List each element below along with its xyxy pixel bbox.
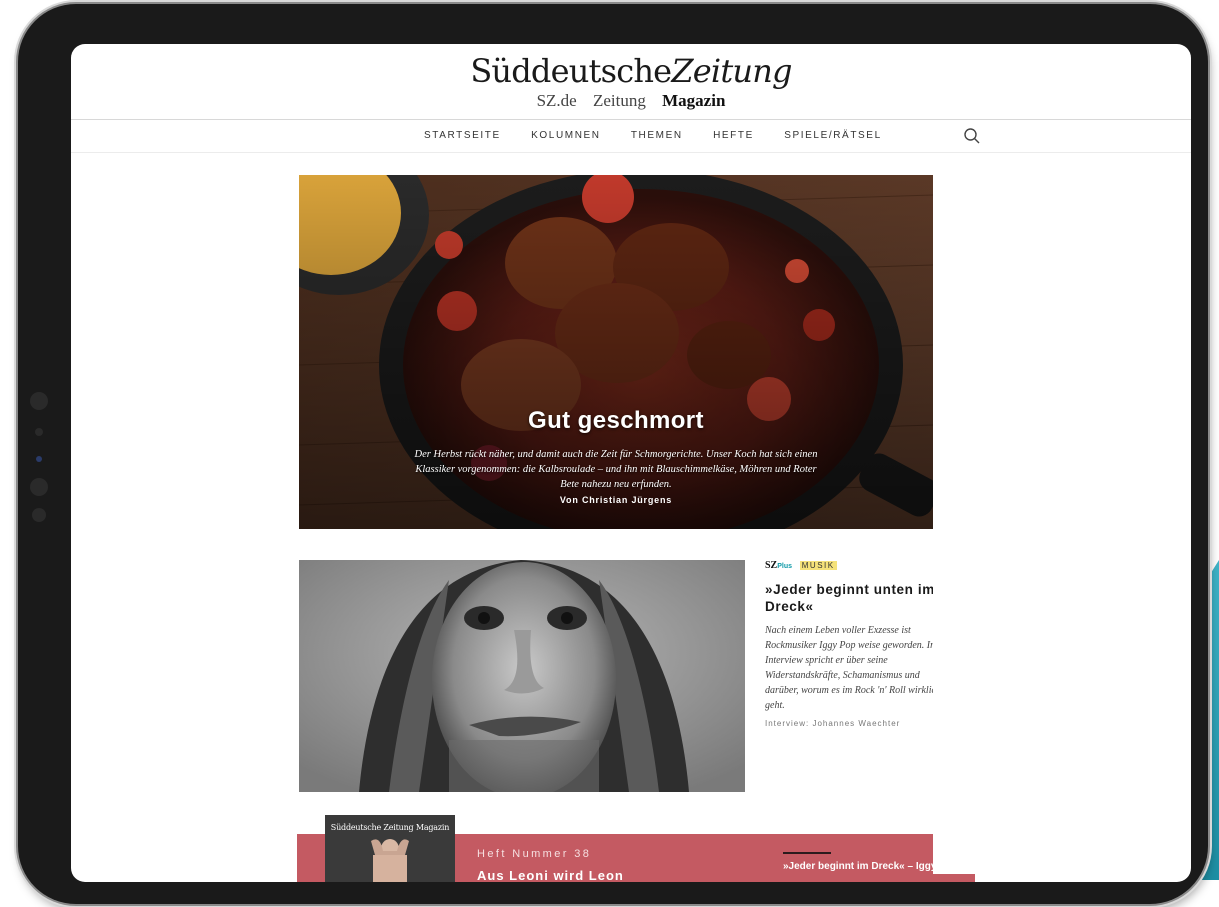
issue-number: Heft Nummer 38 — [477, 848, 592, 860]
tablet-frame: SüddeutscheZeitung SZ.de Zeitung Magazin… — [18, 4, 1208, 904]
issue-title[interactable]: Aus Leoni wird Leon — [477, 868, 624, 882]
main-navigation: STARTSEITE KOLUMNEN THEMEN HEFTE SPIELE/… — [71, 120, 1191, 152]
side-sensor — [32, 508, 46, 522]
article-title[interactable]: »Jeder beginnt unten im Dreck« — [765, 581, 933, 615]
article-image-portrait[interactable] — [299, 560, 745, 792]
masthead: SüddeutscheZeitung SZ.de Zeitung Magazin — [71, 44, 1191, 120]
side-sensor — [30, 392, 48, 410]
hero-article[interactable]: Gut geschmort Der Herbst rückt näher, un… — [299, 175, 933, 529]
nav-item-themen[interactable]: THEMEN — [631, 130, 683, 141]
side-sensor-dot — [35, 428, 43, 436]
article-teaser: Nach einem Leben voller Exzesse ist Rock… — [765, 625, 933, 711]
magazine-cover[interactable]: Süddeutsche Zeitung Magazin — [325, 815, 455, 882]
article-author: Interview: Johannes Waechter — [765, 719, 901, 728]
logo-word-sueddeutsche: Süddeutsche — [470, 52, 672, 90]
subnav-sz-de[interactable]: SZ.de — [537, 91, 577, 110]
nav-divider — [71, 152, 1191, 153]
article-kicker: SZPlus MUSIK — [765, 560, 933, 571]
subnav-magazin[interactable]: Magazin — [662, 91, 725, 110]
logo-word-zeitung: Zeitung — [671, 52, 792, 90]
hero-title[interactable]: Gut geschmort — [299, 407, 933, 435]
nav-item-spiele-raetsel[interactable]: SPIELE/RÄTSEL — [784, 130, 882, 141]
screen: SüddeutscheZeitung SZ.de Zeitung Magazin… — [71, 44, 1191, 882]
nav-item-startseite[interactable]: STARTSEITE — [424, 130, 501, 141]
sz-plus-badge: SZ — [765, 560, 778, 571]
site-logo[interactable]: SüddeutscheZeitung — [71, 52, 1191, 90]
side-sensor — [30, 478, 48, 496]
article-category[interactable]: MUSIK — [799, 561, 837, 570]
article-card-iggy-pop[interactable]: SZPlus MUSIK »Jeder beginnt unten im Dre… — [765, 560, 933, 800]
issue-teaser[interactable]: »Jeder beginnt im Dreck« – Iggy Pop spri… — [783, 860, 943, 874]
cover-photo — [371, 839, 409, 882]
publication-switcher: SZ.de Zeitung Magazin — [71, 91, 1191, 111]
side-sensor-blue — [36, 456, 42, 462]
subnav-zeitung[interactable]: Zeitung — [593, 91, 646, 110]
portrait-photo — [299, 560, 745, 792]
hero-description: Der Herbst rückt näher, und damit auch d… — [414, 449, 818, 490]
sz-plus-label: Plus — [777, 563, 793, 570]
nav-item-kolumnen[interactable]: KOLUMNEN — [531, 130, 600, 141]
band-tail — [933, 874, 975, 882]
band-rule — [783, 852, 831, 854]
hero-author: Von Christian Jürgens — [559, 495, 673, 505]
nav-item-hefte[interactable]: HEFTE — [713, 130, 754, 141]
search-icon[interactable] — [963, 127, 981, 145]
